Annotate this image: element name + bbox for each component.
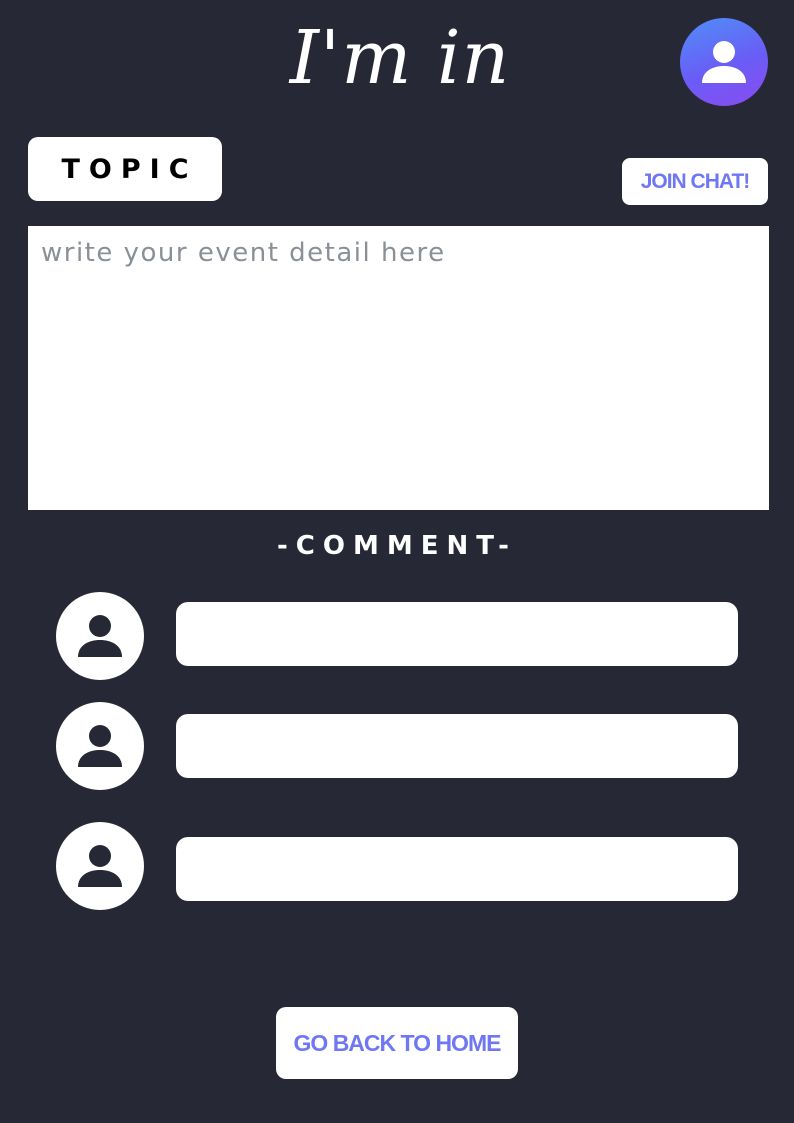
comment-avatar (56, 592, 144, 680)
comment-input[interactable] (176, 602, 738, 666)
comment-avatar (56, 702, 144, 790)
comment-avatar (56, 822, 144, 910)
comment-input[interactable] (176, 837, 738, 901)
topic-button[interactable]: TOPIC (28, 137, 222, 201)
comment-input[interactable] (176, 714, 738, 778)
join-chat-button[interactable]: JOIN CHAT! (622, 158, 768, 205)
user-icon (78, 615, 122, 657)
app-title: I'm in (289, 15, 511, 101)
profile-button[interactable] (680, 18, 768, 106)
event-detail-input[interactable] (28, 226, 769, 510)
page: I'm in TOPIC JOIN CHAT! -COMMENT- GO BAC… (0, 0, 794, 1123)
user-icon (702, 41, 746, 83)
user-icon (78, 845, 122, 887)
comment-heading: -COMMENT- (277, 531, 517, 561)
go-back-home-button[interactable]: GO BACK TO HOME (276, 1007, 518, 1079)
user-icon (78, 725, 122, 767)
